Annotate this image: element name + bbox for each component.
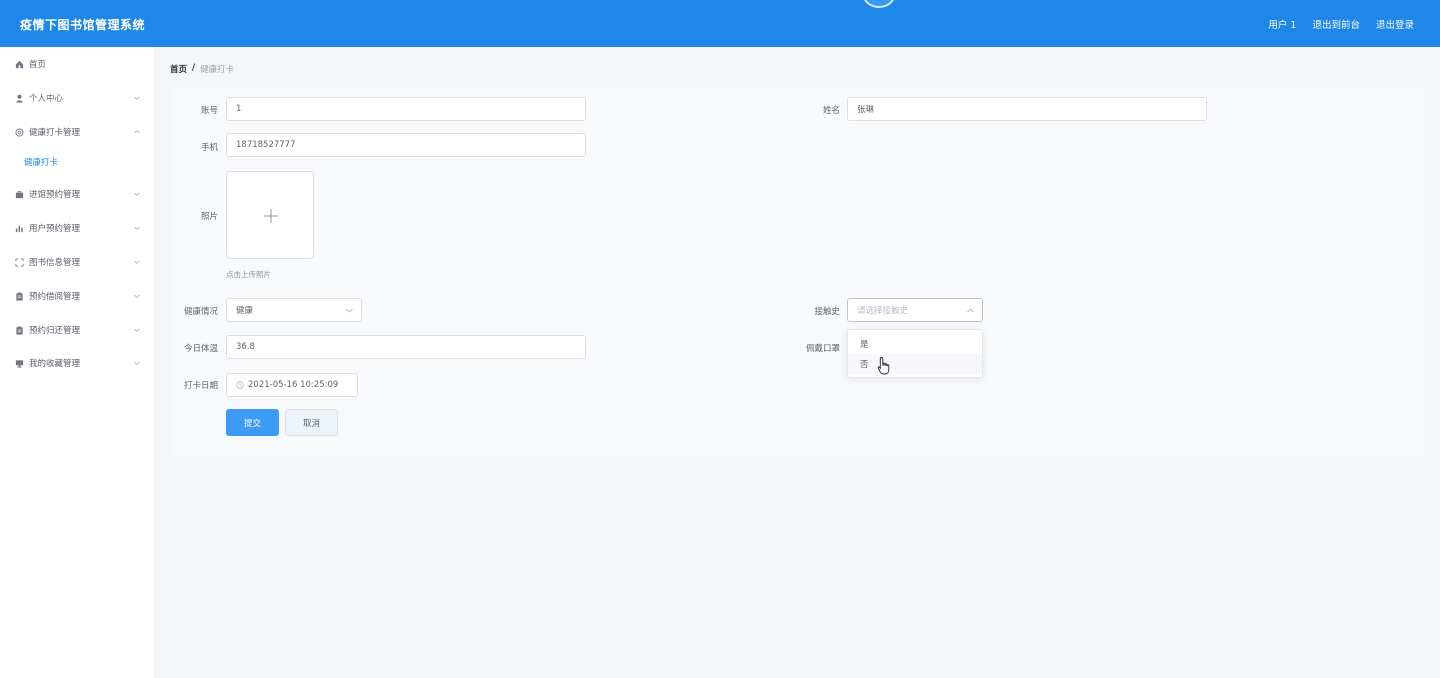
sidebar-item-label: 预约借阅管理 (29, 292, 81, 302)
breadcrumb-separator: / (192, 63, 196, 73)
temp-input[interactable]: 36.8 (226, 335, 586, 359)
chevron-up-icon (966, 306, 975, 315)
sidebar-item-entry-booking[interactable]: 进馆预约管理 (0, 184, 155, 204)
bar-chart-icon (14, 223, 24, 233)
sidebar-item-return-booking[interactable]: 预约归还管理 (0, 320, 155, 340)
sidebar-item-favorites[interactable]: 我的收藏管理 (0, 353, 155, 373)
user-menu-link[interactable]: 用户 1 (1268, 17, 1296, 31)
sidebar-item-label: 首页 (29, 60, 47, 70)
upload-tip: 点击上传照片 (226, 270, 271, 279)
date-value: 2021-05-16 10:25:09 (248, 380, 339, 390)
submit-button[interactable]: 提交 (226, 409, 279, 436)
sidebar-item-user-booking[interactable]: 用户预约管理 (0, 218, 155, 238)
clipboard-icon (14, 291, 24, 301)
home-icon (14, 59, 24, 69)
health-icon (14, 127, 24, 137)
header-nav: 用户 1 退出到前台 退出登录 (1268, 17, 1414, 31)
monitor-icon (14, 358, 24, 368)
health-label: 健康情况 (183, 307, 218, 317)
sidebar-item-health-checkin-mgmt[interactable]: 健康打卡管理 (0, 122, 155, 142)
health-select[interactable]: 健康 (226, 298, 362, 322)
date-label: 打卡日期 (183, 381, 218, 391)
chevron-down-icon (133, 326, 141, 334)
sidebar-item-label: 进馆预约管理 (29, 190, 81, 200)
expand-icon (14, 257, 24, 267)
sidebar-item-label: 个人中心 (29, 94, 64, 104)
breadcrumb-current: 健康打卡 (200, 65, 235, 75)
sidebar-item-home[interactable]: 首页 (0, 54, 155, 74)
sidebar-item-profile[interactable]: 个人中心 (0, 88, 155, 108)
logout-link[interactable]: 退出登录 (1376, 17, 1414, 31)
chevron-down-icon (133, 359, 141, 367)
sidebar-item-book-info[interactable]: 图书信息管理 (0, 252, 155, 272)
sidebar: 首页 个人中心 健康打卡管理 健康打卡 进馆预约管理 用户预约管理 图书信息管理… (0, 47, 155, 678)
chevron-down-icon (133, 258, 141, 266)
mask-label: 佩戴口罩 (805, 344, 840, 354)
user-icon (14, 93, 24, 103)
top-header: 疫情下图书馆管理系统 用户 1 退出到前台 退出登录 (0, 0, 1440, 47)
cancel-button[interactable]: 取消 (285, 409, 338, 436)
breadcrumb-home[interactable]: 首页 (170, 63, 187, 75)
temp-label: 今日体温 (183, 344, 218, 354)
contact-select[interactable]: 请选择接触史 (847, 298, 983, 322)
chevron-down-icon (133, 292, 141, 300)
dropdown-option-yes[interactable]: 是 (848, 334, 982, 354)
sidebar-item-health-checkin[interactable]: 健康打卡 (0, 152, 155, 172)
sidebar-item-borrow-booking[interactable]: 预约借阅管理 (0, 286, 155, 306)
sidebar-item-label: 我的收藏管理 (29, 359, 81, 369)
photo-label: 照片 (200, 212, 218, 222)
logo-icon (862, 0, 896, 8)
name-input[interactable]: 张琳 (847, 97, 1207, 121)
chevron-down-icon (133, 224, 141, 232)
clock-icon (236, 381, 244, 389)
sidebar-item-label: 图书信息管理 (29, 258, 81, 268)
plus-icon (263, 208, 279, 224)
photo-upload[interactable] (226, 171, 314, 259)
app-title: 疫情下图书馆管理系统 (20, 18, 146, 32)
sidebar-item-label: 健康打卡管理 (29, 128, 81, 138)
account-input[interactable]: 1 (226, 97, 586, 121)
sidebar-item-label: 用户预约管理 (29, 224, 81, 234)
date-picker[interactable]: 2021-05-16 10:25:09 (226, 373, 358, 397)
sidebar-item-label: 预约归还管理 (29, 326, 81, 336)
chevron-down-icon (133, 94, 141, 102)
chevron-down-icon (133, 190, 141, 198)
account-label: 账号 (200, 106, 218, 116)
phone-label: 手机 (200, 143, 218, 153)
contact-select-placeholder: 请选择接触史 (857, 306, 909, 316)
chevron-up-icon (133, 128, 141, 136)
chevron-down-icon (345, 306, 354, 315)
name-label: 姓名 (822, 106, 840, 116)
contact-label: 接触史 (814, 307, 840, 317)
dropdown-option-no[interactable]: 否 (848, 354, 982, 374)
health-select-value: 健康 (236, 306, 254, 316)
contact-dropdown: 是 否 (847, 329, 983, 378)
clipboard-icon (14, 325, 24, 335)
hand-cursor-icon (877, 356, 891, 376)
briefcase-icon (14, 189, 24, 199)
breadcrumb: 首页 / 健康打卡 (170, 63, 234, 75)
phone-input[interactable]: 18718527777 (226, 133, 586, 157)
sidebar-item-label: 健康打卡 (24, 158, 59, 168)
exit-to-frontend-link[interactable]: 退出到前台 (1312, 17, 1360, 31)
